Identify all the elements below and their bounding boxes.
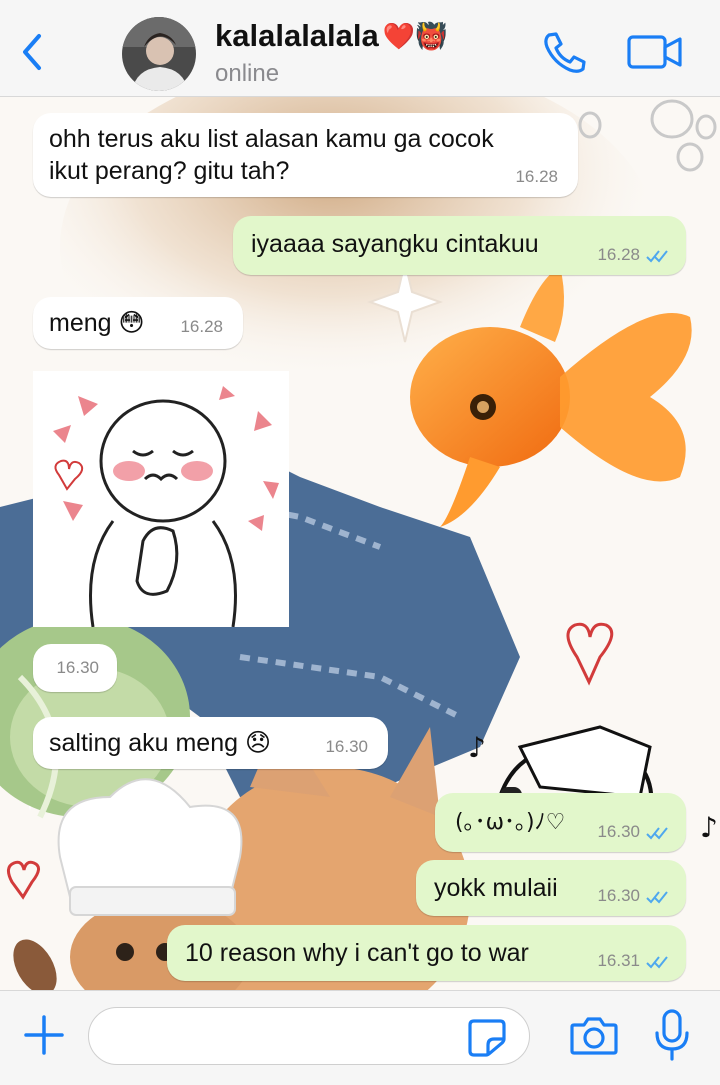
message-bubble-incoming[interactable]: ohh terus aku list alasan kamu ga cocok … — [33, 113, 578, 197]
message-bubble-incoming[interactable]: meng 😳 16.28 — [33, 297, 243, 349]
blushing-character-sticker — [33, 371, 289, 627]
message-time: 16.30 — [56, 658, 99, 677]
message-composer — [0, 990, 720, 1085]
contact-status: online — [215, 60, 280, 87]
message-time: 16.28 — [180, 317, 223, 336]
sticker-time-badge: 16.30 — [33, 644, 117, 692]
sticker-button[interactable] — [466, 1017, 510, 1057]
attach-button[interactable] — [22, 1013, 66, 1057]
read-ticks-icon — [646, 890, 668, 904]
contact-name-text: kalalalalala — [215, 18, 379, 53]
message-time: 16.28 — [515, 167, 558, 186]
message-text-line-1: ohh terus aku list alasan kamu ga cocok — [49, 125, 494, 153]
message-meta: 16.28 — [597, 245, 670, 265]
video-call-button[interactable] — [626, 32, 684, 72]
plus-icon — [24, 1015, 64, 1055]
voice-call-button[interactable] — [540, 30, 588, 74]
back-button[interactable] — [14, 28, 50, 76]
avatar[interactable] — [122, 17, 196, 91]
camera-icon — [570, 1017, 618, 1055]
message-input[interactable] — [88, 1007, 530, 1065]
microphone-icon — [655, 1009, 689, 1061]
message-text-line-2: ikut perang? gitu tah? — [49, 157, 290, 185]
camera-button[interactable] — [568, 1011, 620, 1059]
read-ticks-icon — [646, 826, 668, 840]
chat-area[interactable]: ♪ ♪ ohh terus aku list alasan kamu ga co… — [0, 97, 720, 990]
message-time: 16.28 — [597, 245, 640, 264]
sticker-icon — [468, 1019, 506, 1057]
phone-icon — [544, 32, 586, 73]
voice-message-button[interactable] — [652, 1007, 692, 1063]
sticker-image[interactable] — [33, 371, 289, 627]
chevron-left-icon — [23, 34, 41, 70]
message-meta: 16.30 — [597, 822, 670, 842]
message-time: 16.30 — [597, 822, 640, 841]
chat-header: kalalalalala ❤️👹 online — [0, 0, 720, 97]
message-bubble-incoming[interactable]: salting aku meng 😞 16.30 — [33, 717, 388, 769]
message-time: 16.30 — [325, 737, 368, 756]
message-bubble-outgoing[interactable]: 10 reason why i can't go to war 16.31 — [167, 925, 686, 981]
read-ticks-icon — [646, 955, 668, 969]
svg-text:♪: ♪ — [700, 811, 718, 844]
contact-name-emojis: ❤️👹 — [382, 20, 448, 51]
message-time: 16.30 — [597, 886, 640, 905]
message-bubble-outgoing[interactable]: iyaaaa sayangku cintakuu 16.28 — [233, 216, 686, 275]
contact-name[interactable]: kalalalalala ❤️👹 — [215, 18, 448, 54]
video-camera-icon — [627, 35, 682, 69]
message-bubble-outgoing[interactable]: yokk mulaii 16.30 — [416, 860, 686, 916]
message-meta: 16.30 — [597, 886, 670, 906]
message-time: 16.31 — [597, 951, 640, 970]
svg-text:♪: ♪ — [468, 731, 486, 764]
read-ticks-icon — [646, 249, 668, 263]
message-meta: 16.31 — [597, 951, 670, 971]
message-bubble-outgoing[interactable]: (｡･ω･｡)ﾉ♡ 16.30 — [435, 793, 686, 852]
